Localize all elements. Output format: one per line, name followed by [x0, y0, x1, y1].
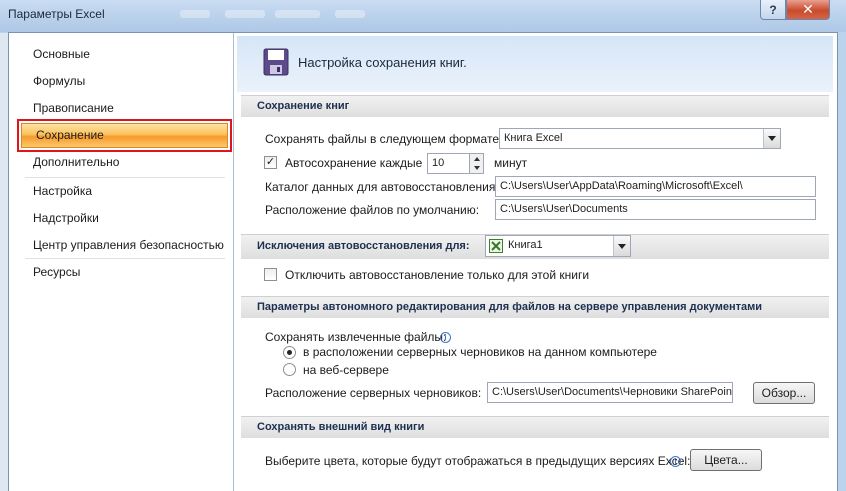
- exceptions-workbook-dropdown[interactable]: Книга1: [485, 235, 631, 257]
- nav-item-label: Ресурсы: [33, 265, 81, 279]
- radio-web-server[interactable]: [283, 363, 296, 376]
- save-format-label: Сохранять файлы в следующем формате:: [265, 132, 503, 146]
- nav-item-label: Настройка: [33, 184, 93, 198]
- info-icon: i: [440, 332, 451, 343]
- nav-item-formulas[interactable]: Формулы: [9, 68, 234, 94]
- spin-up-icon[interactable]: [470, 154, 483, 164]
- close-button[interactable]: ✕: [786, 0, 830, 20]
- radio-local-drafts[interactable]: [283, 346, 296, 359]
- chevron-down-icon: [763, 129, 780, 148]
- exceptions-heading-label: Исключения автовосстановления для:: [257, 240, 470, 252]
- default-location-value: C:\Users\User\Documents: [500, 203, 628, 215]
- nav-item-save[interactable]: Сохранение: [21, 123, 228, 148]
- radio-local-drafts-label: в расположении серверных черновиков на д…: [303, 345, 657, 359]
- close-icon: ✕: [802, 1, 814, 17]
- excel-workbook-icon: [489, 239, 503, 253]
- help-icon: ?: [769, 2, 777, 17]
- nav-item-customize[interactable]: Настройка: [9, 178, 234, 204]
- radio-web-server-label: на веб-сервере: [303, 363, 389, 377]
- browse-button-label: Обзор...: [761, 386, 807, 400]
- browse-button[interactable]: Обзор...: [753, 382, 815, 404]
- chevron-down-icon: [613, 236, 630, 256]
- recovery-dir-label: Каталог данных для автовосстановления:: [265, 180, 499, 194]
- nav-item-label: Сохранение: [36, 128, 104, 142]
- autosave-checkbox[interactable]: ✓: [264, 156, 277, 169]
- colors-label: Выберите цвета, которые будут отображать…: [265, 454, 691, 468]
- info-icon: i: [670, 456, 681, 467]
- drafts-location-value: C:\Users\User\Documents\Черновики ShareP…: [492, 386, 733, 398]
- help-button[interactable]: ?: [760, 0, 786, 20]
- disable-autorecover-label: Отключить автовосстановление только для …: [285, 268, 590, 282]
- background-ribbon-ghost: [275, 10, 320, 18]
- options-content: Настройка сохранения книг. Сохранение кн…: [237, 36, 833, 491]
- default-location-label: Расположение файлов по умолчанию:: [265, 203, 480, 217]
- nav-item-addins[interactable]: Надстройки: [9, 205, 234, 231]
- save-extracted-label: Сохранять извлеченные файлы:: [265, 330, 447, 344]
- options-nav: Основные Формулы Правописание Дополнител…: [9, 33, 234, 491]
- section-heading-save: Сохранение книг: [241, 95, 829, 117]
- background-ribbon-ghost: [225, 10, 265, 18]
- nav-item-resources[interactable]: Ресурсы: [9, 259, 234, 285]
- checkmark-icon: ✓: [265, 156, 276, 168]
- default-location-input[interactable]: C:\Users\User\Documents: [495, 199, 816, 220]
- recovery-dir-input[interactable]: C:\Users\User\AppData\Roaming\Microsoft\…: [495, 176, 816, 197]
- autosave-minutes-spinner[interactable]: [469, 153, 484, 174]
- page-title: Настройка сохранения книг.: [298, 55, 467, 70]
- background-ribbon-ghost: [335, 10, 365, 18]
- drafts-location-input[interactable]: C:\Users\User\Documents\Черновики ShareP…: [487, 382, 733, 403]
- autosave-minutes-value: 10: [432, 157, 445, 169]
- spin-down-icon[interactable]: [470, 164, 483, 174]
- nav-item-label: Дополнительно: [33, 155, 120, 169]
- colors-button[interactable]: Цвета...: [690, 449, 762, 471]
- nav-item-label: Центр управления безопасностью: [33, 238, 224, 252]
- exceptions-workbook-value: Книга1: [508, 239, 543, 251]
- nav-item-trust-center[interactable]: Центр управления безопасностью: [9, 232, 234, 258]
- nav-item-label: Формулы: [33, 74, 86, 88]
- save-format-dropdown[interactable]: Книга Excel: [499, 128, 781, 149]
- drafts-location-label: Расположение серверных черновиков:: [265, 386, 482, 400]
- section-heading-appearance: Сохранять внешний вид книги: [241, 416, 829, 438]
- save-format-value: Книга Excel: [504, 132, 563, 144]
- nav-selection-highlight: Сохранение: [17, 119, 232, 152]
- section-heading-offline: Параметры автономного редактирования для…: [241, 296, 829, 318]
- disable-autorecover-checkbox[interactable]: [264, 268, 277, 281]
- autosave-label: Автосохранение каждые: [285, 156, 423, 170]
- page-header: Настройка сохранения книг.: [237, 36, 833, 92]
- floppy-disk-icon: [263, 48, 289, 76]
- background-ribbon-ghost: [180, 10, 210, 18]
- window-title: Параметры Excel: [8, 7, 105, 21]
- nav-item-label: Надстройки: [33, 211, 99, 225]
- autosave-unit: минут: [494, 156, 528, 170]
- nav-item-label: Правописание: [33, 101, 114, 115]
- recovery-dir-value: C:\Users\User\AppData\Roaming\Microsoft\…: [500, 180, 743, 192]
- window-titlebar: Параметры Excel: [0, 0, 846, 32]
- nav-item-advanced[interactable]: Дополнительно: [9, 149, 234, 175]
- nav-item-proofing[interactable]: Правописание: [9, 95, 234, 121]
- nav-item-label: Основные: [33, 47, 90, 61]
- colors-button-label: Цвета...: [704, 453, 748, 467]
- nav-item-general[interactable]: Основные: [9, 41, 234, 67]
